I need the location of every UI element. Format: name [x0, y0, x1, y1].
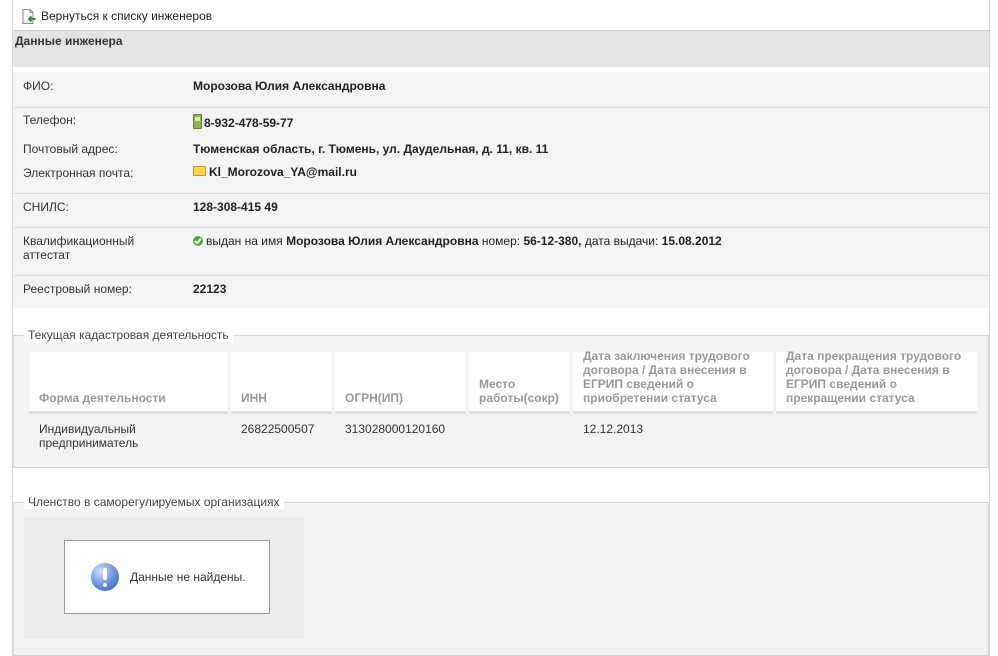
- cadastral-legend: Текущая кадастровая деятельность: [24, 328, 233, 342]
- row-attestat: Квалификационный аттестат выдан на имя М…: [13, 228, 989, 276]
- engineer-info-panel: ФИО: Морозова Юлия Александровна Телефон…: [13, 72, 989, 308]
- col-header-workplace: Место работы(сокр): [469, 352, 570, 414]
- col-header-end-date: Дата прекращения трудового договора / Да…: [776, 349, 977, 414]
- registry-value: 22123: [193, 282, 227, 296]
- cell-start-date: 12.12.2013: [583, 422, 644, 436]
- section-header: Данные инженера: [13, 31, 989, 67]
- no-data-message: Данные не найдены.: [130, 570, 246, 584]
- email-label: Электронная почта:: [23, 166, 134, 180]
- address-label: Почтовый адрес:: [23, 142, 118, 156]
- col-header-ogrn: ОГРН(ИП): [335, 352, 466, 414]
- mail-icon: [193, 166, 206, 176]
- no-data-message-box: Данные не найдены.: [64, 540, 270, 614]
- membership-legend: Членство в саморегулируемых организациях: [24, 495, 284, 509]
- phone-value: 8-932-478-59-77: [193, 114, 293, 130]
- row-registry: Реестровый номер: 22123: [13, 276, 989, 308]
- snils-value: 128-308-415 49: [193, 200, 278, 214]
- back-document-icon: [22, 8, 36, 24]
- cell-inn: 26822500507: [241, 422, 315, 436]
- attestat-date-label: дата выдачи:: [584, 234, 659, 248]
- attestat-value: выдан на имя Морозова Юлия Александровна…: [193, 234, 722, 248]
- attestat-label-line1: Квалификационный: [23, 234, 135, 248]
- col-header-start-date: Дата заключения трудового договора / Дат…: [573, 349, 773, 414]
- col-header-form: Форма деятельности: [29, 352, 228, 414]
- email-value[interactable]: Kl_Morozova_YA@mail.ru: [193, 165, 357, 179]
- snils-label: СНИЛС:: [23, 200, 69, 214]
- attestat-number: 56-12-380,: [523, 234, 582, 248]
- row-fio: ФИО: Морозова Юлия Александровна: [13, 72, 989, 108]
- fio-label: ФИО:: [23, 79, 54, 93]
- section-title: Данные инженера: [15, 34, 123, 48]
- back-link-label[interactable]: Вернуться к списку инженеров: [41, 9, 212, 23]
- row-contacts: Телефон: 8-932-478-59-77 Почтовый адрес:…: [13, 108, 989, 194]
- phone-icon: [193, 114, 202, 129]
- sro-membership-fieldset: Членство в саморегулируемых организациях…: [13, 495, 989, 656]
- phone-label: Телефон:: [23, 113, 77, 127]
- row-snils: СНИЛС: 128-308-415 49: [13, 194, 989, 228]
- attestat-prefix: выдан на имя: [206, 234, 283, 248]
- check-icon: [193, 236, 203, 246]
- info-icon: [91, 563, 119, 591]
- cell-form: Индивидуальный предприниматель: [39, 422, 139, 450]
- email-address[interactable]: Kl_Morozova_YA@mail.ru: [209, 165, 357, 179]
- cell-ogrn: 313028000120160: [345, 422, 446, 436]
- cadastral-activity-fieldset: Текущая кадастровая деятельность Форма д…: [13, 328, 989, 468]
- attestat-label-line2: аттестат: [23, 248, 71, 262]
- registry-label: Реестровый номер:: [23, 282, 132, 296]
- attestat-label: Квалификационный аттестат: [23, 234, 134, 262]
- attestat-number-label: номер:: [481, 234, 521, 248]
- phone-number: 8-932-478-59-77: [204, 116, 294, 130]
- back-to-engineers-link[interactable]: Вернуться к списку инженеров: [22, 7, 212, 25]
- address-value: Тюменская область, г. Тюмень, ул. Даудел…: [193, 142, 549, 156]
- col-header-inn: ИНН: [231, 352, 332, 414]
- fio-value: Морозова Юлия Александровна: [193, 79, 386, 93]
- attestat-name: Морозова Юлия Александровна: [286, 234, 479, 248]
- attestat-date: 15.08.2012: [661, 234, 722, 248]
